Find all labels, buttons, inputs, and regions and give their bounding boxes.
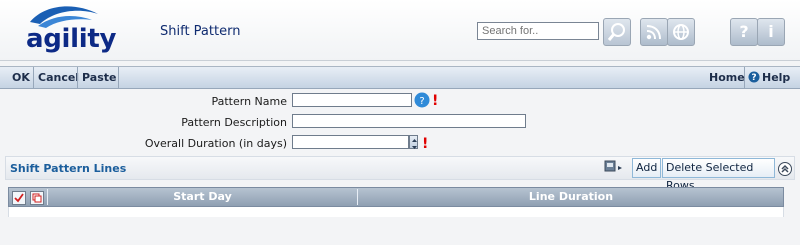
section-title: Shift Pattern Lines bbox=[10, 162, 127, 175]
menu-divider bbox=[77, 67, 78, 88]
stepper-arrows-icon bbox=[412, 139, 417, 149]
column-line-duration[interactable]: Line Duration bbox=[358, 188, 784, 206]
pattern-description-label: Pattern Description bbox=[181, 116, 287, 129]
column-start-day[interactable]: Start Day bbox=[48, 188, 357, 206]
overall-duration-input[interactable] bbox=[292, 135, 409, 149]
globe-button[interactable] bbox=[667, 18, 695, 46]
menu-help[interactable]: Help bbox=[762, 67, 790, 88]
menu-cancel[interactable]: Cancel bbox=[38, 67, 79, 88]
menu-divider bbox=[118, 67, 119, 88]
top-header: agility Shift Pattern ? i bbox=[0, 0, 800, 61]
pattern-description-input[interactable] bbox=[292, 114, 526, 128]
pattern-name-input[interactable] bbox=[292, 93, 412, 107]
table-header: Start Day Line Duration bbox=[8, 187, 784, 207]
select-all-icon[interactable] bbox=[12, 190, 26, 205]
search-input[interactable] bbox=[477, 22, 599, 40]
logo-text: agility bbox=[26, 24, 117, 54]
duration-stepper[interactable] bbox=[409, 135, 418, 149]
add-button[interactable]: Add bbox=[632, 158, 661, 178]
page-title: Shift Pattern bbox=[160, 24, 241, 39]
menu-home[interactable]: Home bbox=[709, 67, 745, 88]
menu-bar: OK Cancel Paste Home ? Help bbox=[0, 66, 800, 89]
info-icon: i bbox=[768, 22, 774, 41]
svg-text:?: ? bbox=[419, 96, 424, 107]
menu-paste[interactable]: Paste bbox=[82, 67, 116, 88]
search-icon bbox=[607, 23, 625, 41]
collapse-icon[interactable] bbox=[778, 161, 792, 176]
rss-button[interactable] bbox=[640, 18, 668, 46]
info-button[interactable]: i bbox=[757, 18, 785, 46]
svg-text:?: ? bbox=[751, 73, 756, 83]
lookup-icon[interactable]: ? bbox=[414, 92, 430, 108]
help-icon[interactable]: ? bbox=[748, 67, 760, 88]
delete-selected-rows-button[interactable]: Delete Selected Rows bbox=[662, 158, 775, 192]
export-icon[interactable] bbox=[604, 160, 624, 176]
globe-icon bbox=[673, 24, 689, 40]
required-marker: ! bbox=[432, 93, 439, 109]
pattern-name-label: Pattern Name bbox=[211, 95, 287, 108]
search-button[interactable] bbox=[603, 18, 631, 46]
required-marker: ! bbox=[422, 136, 429, 152]
help-button[interactable]: ? bbox=[730, 18, 758, 46]
table-body bbox=[8, 207, 784, 217]
overall-duration-label: Overall Duration (in days) bbox=[144, 137, 287, 150]
menu-ok[interactable]: OK bbox=[12, 67, 30, 88]
agility-logo[interactable]: agility bbox=[20, 4, 116, 56]
menu-divider bbox=[33, 67, 34, 88]
help-icon: ? bbox=[739, 22, 749, 41]
rss-icon bbox=[646, 25, 661, 40]
copy-rows-icon[interactable] bbox=[30, 190, 44, 205]
